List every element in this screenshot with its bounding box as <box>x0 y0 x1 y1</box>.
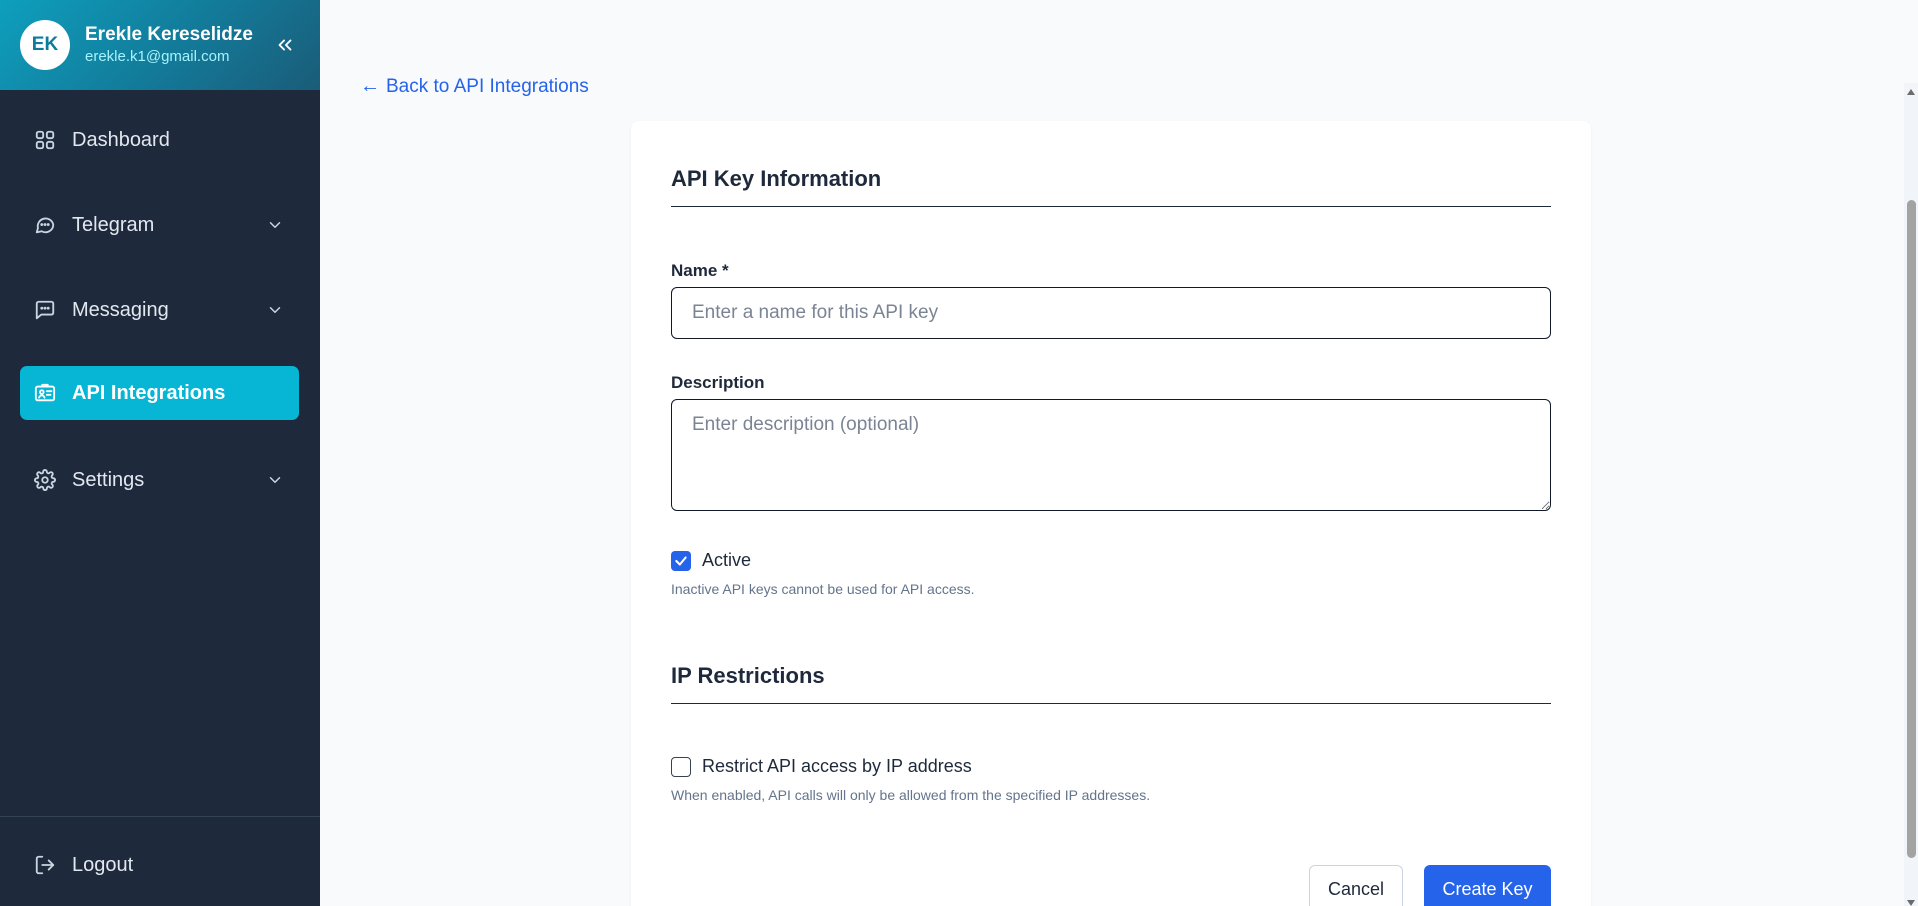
api-key-form-card: API Key Information Name * Description A… <box>631 121 1591 906</box>
sidebar-item-label: Settings <box>72 468 145 491</box>
sidebar-item-messaging[interactable]: Messaging <box>20 283 299 337</box>
back-link-label: Back to API Integrations <box>386 75 589 97</box>
grid-icon <box>33 128 57 152</box>
sidebar-item-label: Dashboard <box>72 128 170 151</box>
active-checkbox[interactable] <box>671 550 691 571</box>
sidebar-item-api-integrations[interactable]: API Integrations <box>20 366 299 420</box>
restrict-ip-help-text: When enabled, API calls will only be all… <box>671 787 1151 803</box>
chevron-down-icon <box>265 300 285 320</box>
sidebar-divider <box>0 816 320 817</box>
message-square-icon <box>33 298 57 322</box>
sidebar-item-dashboard[interactable]: Dashboard <box>20 113 299 167</box>
restrict-ip-checkbox[interactable] <box>671 756 691 777</box>
chevron-down-icon <box>265 215 285 235</box>
scroll-down-arrow-icon[interactable] <box>1906 895 1916 906</box>
restrict-ip-label: Restrict API access by IP address <box>702 756 972 776</box>
scroll-up-arrow-icon[interactable] <box>1906 84 1916 95</box>
gear-icon <box>33 468 57 492</box>
cancel-button[interactable]: Cancel <box>1309 865 1403 906</box>
sidebar: EK Erekle Kereselidze erekle.k1@gmail.co… <box>0 0 320 906</box>
avatar: EK <box>20 20 70 70</box>
active-help-text: Inactive API keys cannot be used for API… <box>671 581 975 597</box>
logout-button[interactable]: Logout <box>20 838 133 892</box>
description-textarea[interactable] <box>671 399 1551 511</box>
user-name: Erekle Kereselidze <box>85 24 253 45</box>
sidebar-item-label: Messaging <box>72 298 169 321</box>
profile-text: Erekle Kereselidze erekle.k1@gmail.com <box>85 23 253 67</box>
chevron-down-icon <box>265 470 285 490</box>
name-input[interactable] <box>671 287 1551 339</box>
scrollbar-thumb[interactable] <box>1907 200 1916 858</box>
arrow-left-icon: ← <box>360 75 380 97</box>
description-label: Description <box>671 373 765 392</box>
chevrons-left-icon <box>278 39 292 51</box>
id-card-icon <box>33 381 57 405</box>
section-title-api-key-information: API Key Information <box>671 166 882 191</box>
sidebar-item-label: API Integrations <box>72 381 226 404</box>
user-profile: EK Erekle Kereselidze erekle.k1@gmail.co… <box>0 0 320 90</box>
logout-icon <box>33 853 57 877</box>
sidebar-item-label: Telegram <box>72 213 155 236</box>
logout-label: Logout <box>72 853 134 876</box>
name-label: Name * <box>671 261 729 280</box>
chat-bubble-icon <box>33 213 57 237</box>
section-divider <box>671 206 1551 207</box>
user-email: erekle.k1@gmail.com <box>85 48 230 65</box>
restrict-ip-checkbox-row[interactable]: Restrict API access by IP address <box>671 756 972 777</box>
sidebar-item-settings[interactable]: Settings <box>20 453 299 507</box>
active-checkbox-row[interactable]: Active <box>671 550 751 571</box>
back-to-api-integrations-link[interactable]: ← Back to API Integrations <box>360 75 589 98</box>
checkmark-icon <box>675 555 687 566</box>
collapse-sidebar-button[interactable] <box>272 32 298 58</box>
sidebar-item-telegram[interactable]: Telegram <box>20 198 299 252</box>
section-divider <box>671 703 1551 704</box>
create-key-button[interactable]: Create Key <box>1424 865 1551 906</box>
section-title-ip-restrictions: IP Restrictions <box>671 663 825 688</box>
active-label: Active <box>702 550 752 570</box>
